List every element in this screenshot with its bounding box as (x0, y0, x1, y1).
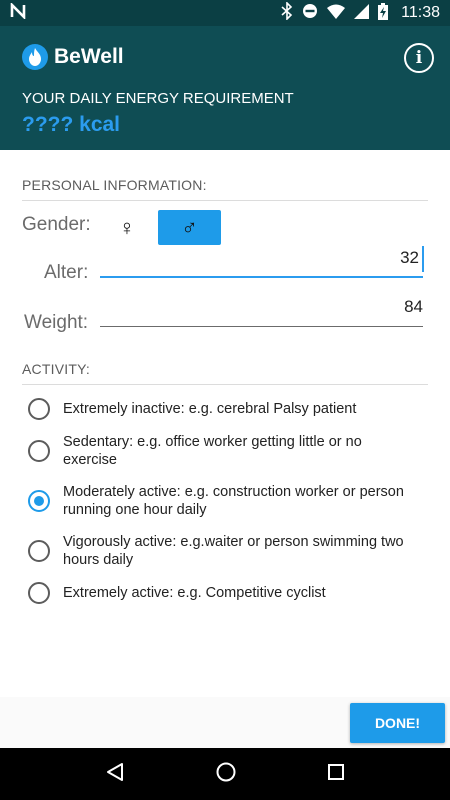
female-symbol-icon: ♀ (118, 215, 136, 240)
info-icon[interactable]: i (404, 43, 434, 73)
age-label: Alter: (44, 262, 89, 283)
activity-option-label: Moderately active: e.g. construction wor… (63, 484, 404, 518)
activity-option-extremely-inactive[interactable]: Extremely inactive: e.g. cerebral Palsy … (28, 398, 428, 420)
flame-icon (22, 44, 48, 70)
activity-option-moderately-active[interactable]: Moderately active: e.g. construction wor… (28, 483, 428, 519)
app-header: BeWell i YOUR DAILY ENERGY REQUIREMENT ?… (0, 26, 450, 150)
status-bar: 11:38 (0, 0, 450, 26)
energy-requirement-value: ???? kcal (22, 113, 121, 136)
male-symbol-icon: ♂ (181, 214, 198, 240)
activity-option-sedentary[interactable]: Sedentary: e.g. office worker getting li… (28, 433, 428, 469)
radio-button[interactable] (28, 398, 50, 420)
radio-button-checked[interactable] (28, 490, 50, 512)
home-circle-icon[interactable] (215, 761, 237, 788)
activity-option-label: Sedentary: e.g. office worker getting li… (63, 434, 362, 468)
bottom-action-bar: DONE! (0, 697, 450, 748)
radio-button[interactable] (28, 540, 50, 562)
recents-square-icon[interactable] (326, 762, 346, 787)
weight-input[interactable]: 84 (100, 293, 423, 327)
back-triangle-icon[interactable] (104, 761, 126, 788)
activity-option-label: Vigorously active: e.g.waiter or person … (63, 534, 404, 568)
clock: 11:38 (401, 4, 440, 21)
male-gender-button[interactable]: ♂ (158, 210, 221, 245)
female-gender-button[interactable]: ♀ (112, 212, 142, 244)
wifi-icon (327, 4, 346, 23)
activity-option-extremely-active[interactable]: Extremely active: e.g. Competitive cycli… (28, 582, 428, 604)
activity-option-label: Extremely active: e.g. Competitive cycli… (63, 585, 326, 601)
radio-button[interactable] (28, 582, 50, 604)
text-caret (422, 246, 424, 272)
activity-option-label: Extremely inactive: e.g. cerebral Palsy … (63, 401, 357, 417)
app-title: BeWell (54, 45, 124, 68)
do-not-disturb-icon (302, 3, 318, 23)
n-notification-icon (10, 1, 26, 23)
activity-option-vigorously-active[interactable]: Vigorously active: e.g.waiter or person … (28, 533, 428, 569)
activity-title: ACTIVITY: (22, 361, 90, 377)
divider (22, 200, 428, 201)
bluetooth-icon (281, 1, 293, 24)
done-button[interactable]: DONE! (350, 703, 445, 743)
radio-dot (34, 496, 44, 506)
info-glyph: i (415, 48, 423, 68)
energy-requirement-label: YOUR DAILY ENERGY REQUIREMENT (22, 90, 294, 107)
navigation-bar (0, 748, 450, 800)
divider (22, 384, 428, 385)
weight-value: 84 (404, 297, 423, 316)
gender-label: Gender: (22, 214, 91, 235)
radio-button[interactable] (28, 440, 50, 462)
personal-information-title: PERSONAL INFORMATION: (22, 177, 207, 193)
age-input[interactable]: 32 (100, 244, 424, 278)
brand: BeWell (22, 44, 124, 70)
age-value: 32 (400, 248, 419, 267)
battery-charging-icon (378, 2, 389, 24)
signal-icon (354, 3, 370, 23)
weight-label: Weight: (24, 312, 89, 333)
